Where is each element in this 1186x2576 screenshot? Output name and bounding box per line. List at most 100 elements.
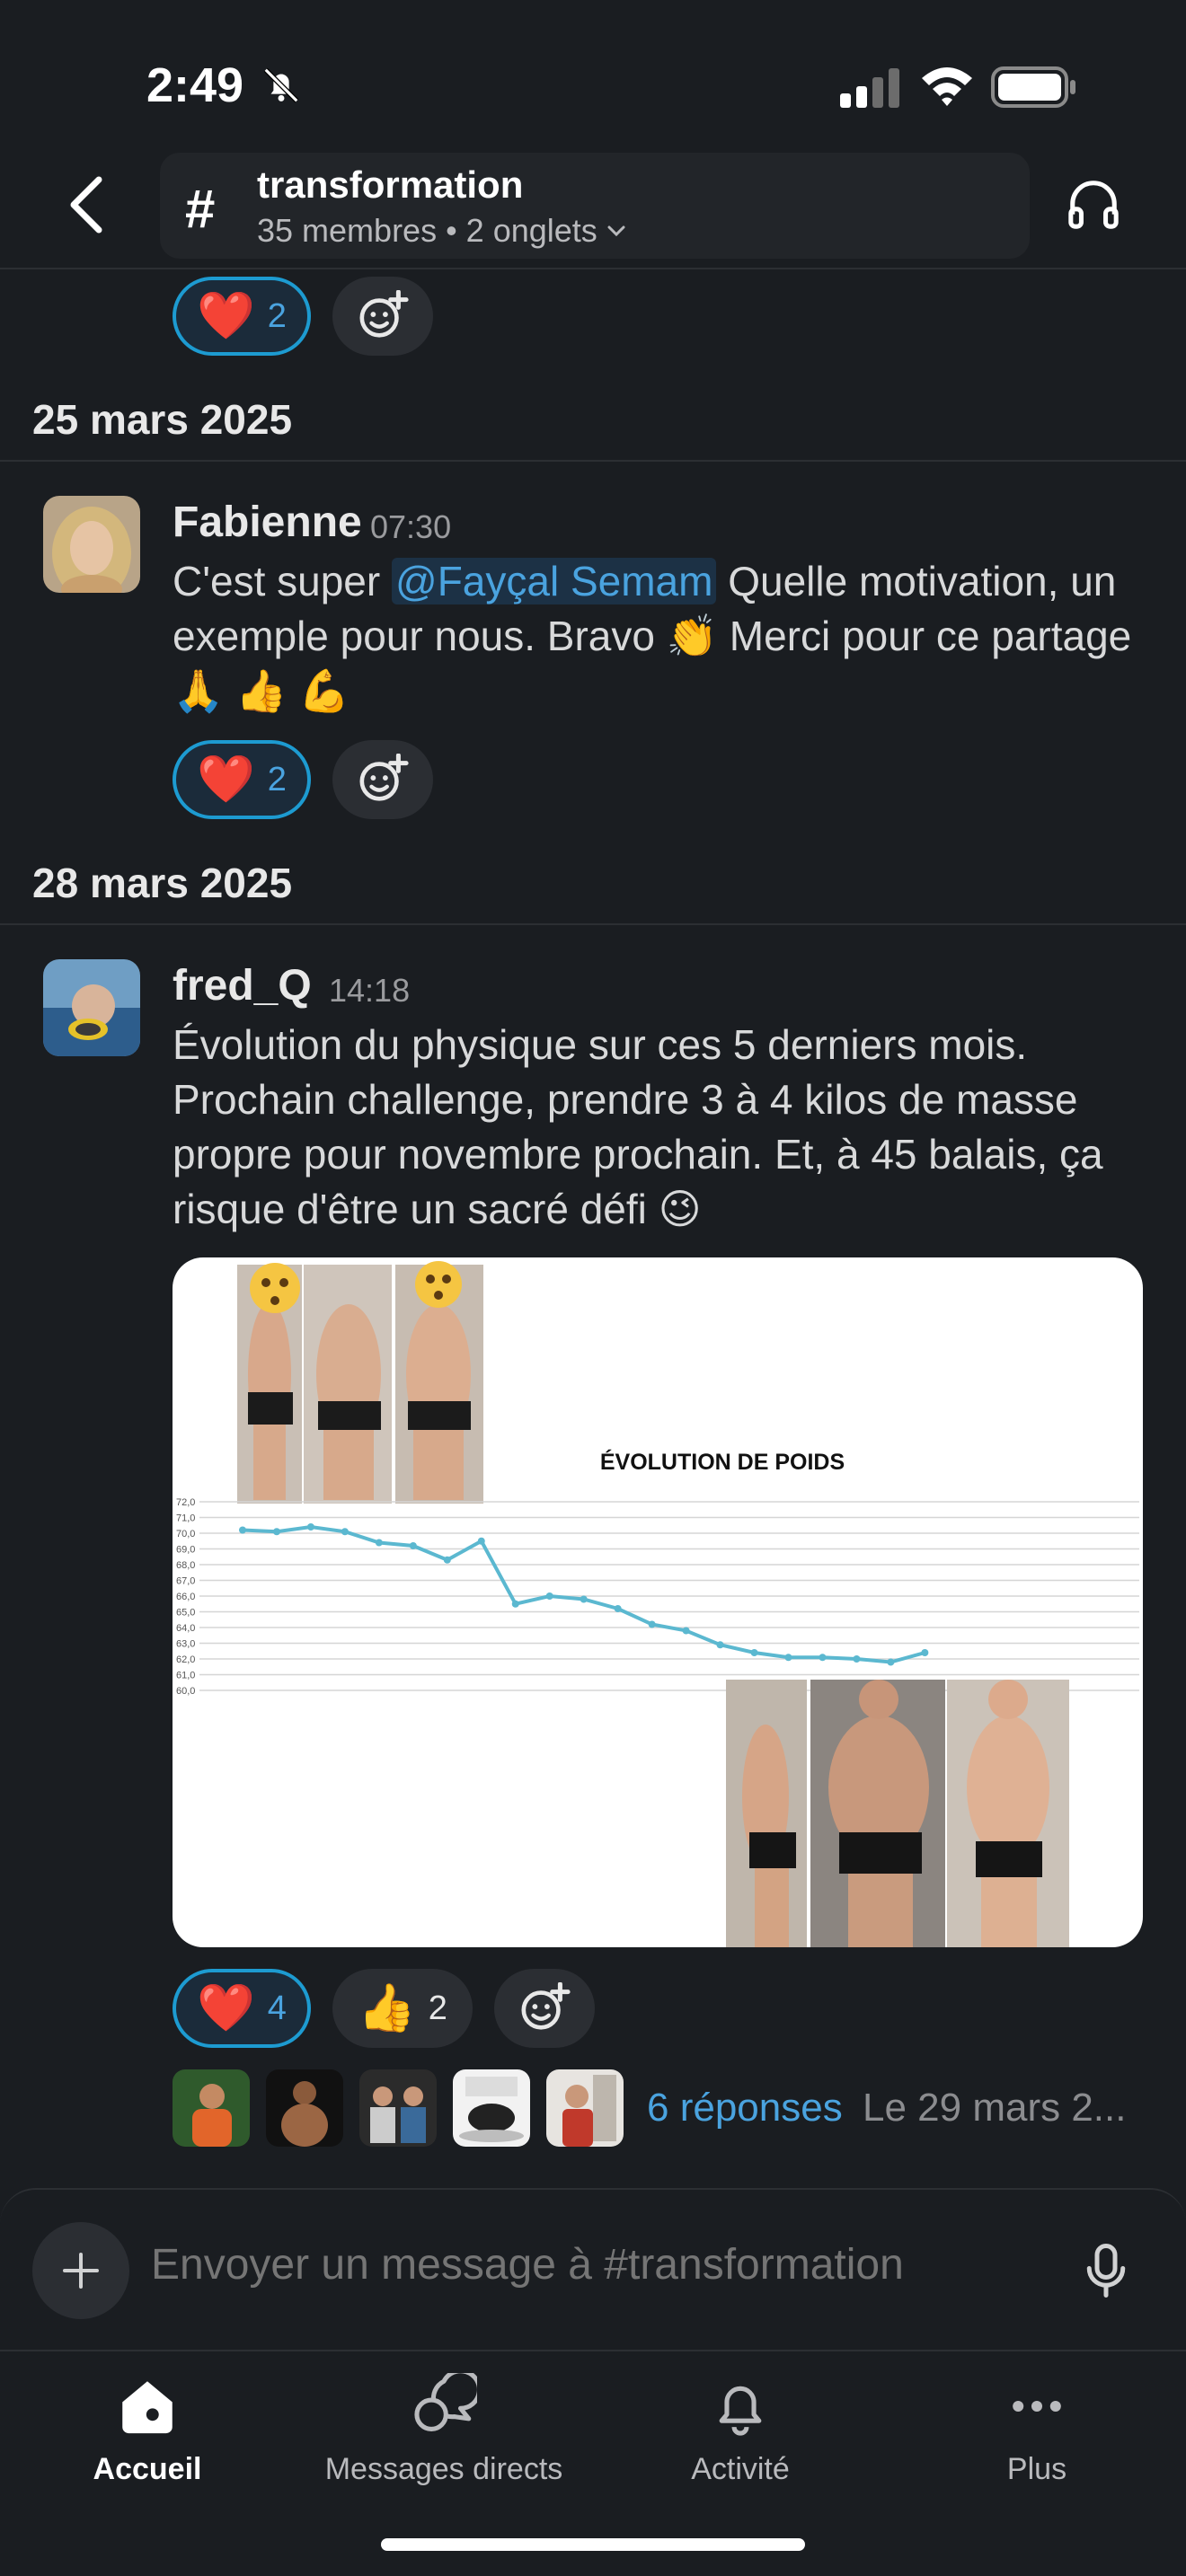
home-icon	[122, 2381, 173, 2434]
tab-label: Accueil	[93, 2452, 202, 2486]
weight-point	[750, 1649, 758, 1656]
message-author[interactable]: Fabienne	[173, 498, 362, 547]
wifi-icon	[922, 67, 972, 106]
reply-avatar	[173, 2069, 250, 2147]
message-text: C'est super @Fayçal Semam Quelle motivat…	[173, 554, 1161, 719]
before-photos	[237, 1261, 483, 1504]
weight-point	[648, 1620, 656, 1628]
add-reaction-button[interactable]	[332, 277, 433, 356]
heart-emoji: ❤️	[197, 1982, 255, 2034]
chart-y-axis: 72,0 71,0 70,0 69,0 68,0 67,0 66,0 65,0 64,0 63,0…	[176, 1497, 195, 1697]
tab-more[interactable]: Plus	[902, 2373, 1172, 2508]
weight-point	[716, 1641, 724, 1649]
reaction-heart-button[interactable]: ❤️ 4	[173, 1969, 311, 2048]
add-emoji-icon	[521, 1982, 571, 2030]
reaction-heart-button[interactable]: ❤️ 2	[173, 740, 311, 819]
message-composer	[0, 2188, 1186, 2350]
y-tick-label: 70,0	[176, 1529, 195, 1539]
y-tick-label: 66,0	[176, 1592, 195, 1602]
add-emoji-icon	[359, 290, 409, 338]
weight-chart-image: ÉVOLUTION DE POIDS 72,0 71,0 70,0 69,0 68,0 6…	[176, 1261, 1139, 1947]
y-tick-label: 69,0	[176, 1545, 195, 1556]
weight-point	[375, 1539, 383, 1547]
tab-activity[interactable]: Activité	[606, 2373, 875, 2508]
channel-meta-text: 35 membres • 2 onglets	[257, 212, 597, 249]
avatar[interactable]	[43, 496, 140, 593]
bell-off-icon	[263, 67, 299, 103]
add-emoji-icon	[359, 754, 409, 801]
dm-icon	[414, 2373, 477, 2431]
avatar[interactable]	[43, 959, 140, 1056]
status-time: 2:49	[146, 58, 244, 112]
weight-point	[682, 1627, 690, 1635]
channel-name: transformation	[257, 163, 524, 206]
reaction-count: 2	[267, 760, 287, 798]
date-separator: 28 mars 2025	[32, 860, 293, 906]
y-tick-label: 68,0	[176, 1560, 195, 1571]
weight-point	[443, 1556, 451, 1564]
weight-point	[887, 1658, 895, 1666]
back-button[interactable]	[63, 172, 113, 237]
y-tick-label: 61,0	[176, 1671, 195, 1681]
weight-point	[853, 1655, 861, 1663]
message-author[interactable]: fred_Q	[173, 961, 312, 1010]
weight-point	[409, 1542, 417, 1549]
channel-meta: 35 membres • 2 onglets	[257, 212, 626, 250]
tab-direct-messages[interactable]: Messages directs	[309, 2373, 579, 2508]
chart-title: ÉVOLUTION DE POIDS	[600, 1449, 845, 1475]
tab-label: Activité	[691, 2452, 790, 2486]
message-time: 07:30	[370, 508, 452, 545]
tab-home[interactable]: Accueil	[13, 2373, 282, 2508]
weight-point	[921, 1649, 929, 1656]
message-input[interactable]	[151, 2240, 1049, 2289]
weight-point	[784, 1654, 792, 1662]
weight-point	[306, 1523, 314, 1531]
more-icon	[1013, 2400, 1061, 2413]
chevron-down-icon	[607, 225, 625, 237]
y-tick-label: 67,0	[176, 1576, 195, 1587]
y-tick-label: 64,0	[176, 1623, 195, 1634]
home-indicator	[381, 2538, 805, 2551]
reply-avatar	[266, 2069, 343, 2147]
reply-avatar	[453, 2069, 530, 2147]
add-reaction-button[interactable]	[494, 1969, 595, 2048]
hash-icon: #	[185, 179, 216, 239]
message-text-start: C'est super	[173, 558, 392, 604]
heart-emoji: ❤️	[197, 754, 255, 806]
add-reaction-button[interactable]	[332, 740, 433, 819]
weight-point	[614, 1605, 622, 1612]
reaction-heart-button[interactable]: ❤️ 2	[173, 277, 311, 356]
microphone-icon[interactable]	[1084, 2244, 1128, 2298]
reaction-thumbs-up-button[interactable]: 👍 2	[332, 1969, 473, 2048]
message-text: Évolution du physique sur ces 5 derniers…	[173, 1021, 1103, 1232]
weight-series-line	[242, 1524, 925, 1664]
reply-avatar	[359, 2069, 437, 2147]
channel-header[interactable]: # transformation 35 membres • 2 onglets	[160, 153, 1030, 259]
thread-replies-link[interactable]: 6 réponses	[647, 2086, 843, 2130]
y-tick-label: 63,0	[176, 1639, 195, 1650]
plus-icon	[63, 2253, 99, 2289]
after-photos	[726, 1680, 1069, 1947]
weight-series-points	[239, 1523, 929, 1666]
attach-button[interactable]	[32, 2222, 129, 2319]
separator-line	[0, 460, 1186, 462]
reply-avatar	[546, 2069, 624, 2147]
date-separator: 25 mars 2025	[32, 396, 293, 443]
image-attachment[interactable]: ÉVOLUTION DE POIDS 72,0 71,0 70,0 69,0 68,0 6…	[173, 1257, 1143, 1947]
heart-emoji: ❤️	[197, 290, 255, 342]
weight-point	[341, 1528, 349, 1536]
battery-icon	[991, 66, 1075, 108]
reaction-count: 4	[267, 1989, 287, 2027]
weight-point	[580, 1595, 588, 1603]
thread-last-reply-date: Le 29 mars 2...	[863, 2086, 1127, 2130]
cellular-signal-icon	[840, 68, 899, 108]
y-tick-label: 72,0	[176, 1497, 195, 1508]
y-tick-label: 60,0	[176, 1686, 195, 1697]
weight-point	[545, 1592, 553, 1600]
user-mention[interactable]: @Fayçal Semam	[392, 558, 717, 604]
weight-point	[511, 1600, 519, 1608]
weight-point	[477, 1537, 485, 1545]
bell-icon	[719, 2386, 762, 2436]
huddle-headphones-icon[interactable]	[1066, 176, 1121, 232]
y-tick-label: 62,0	[176, 1654, 195, 1665]
